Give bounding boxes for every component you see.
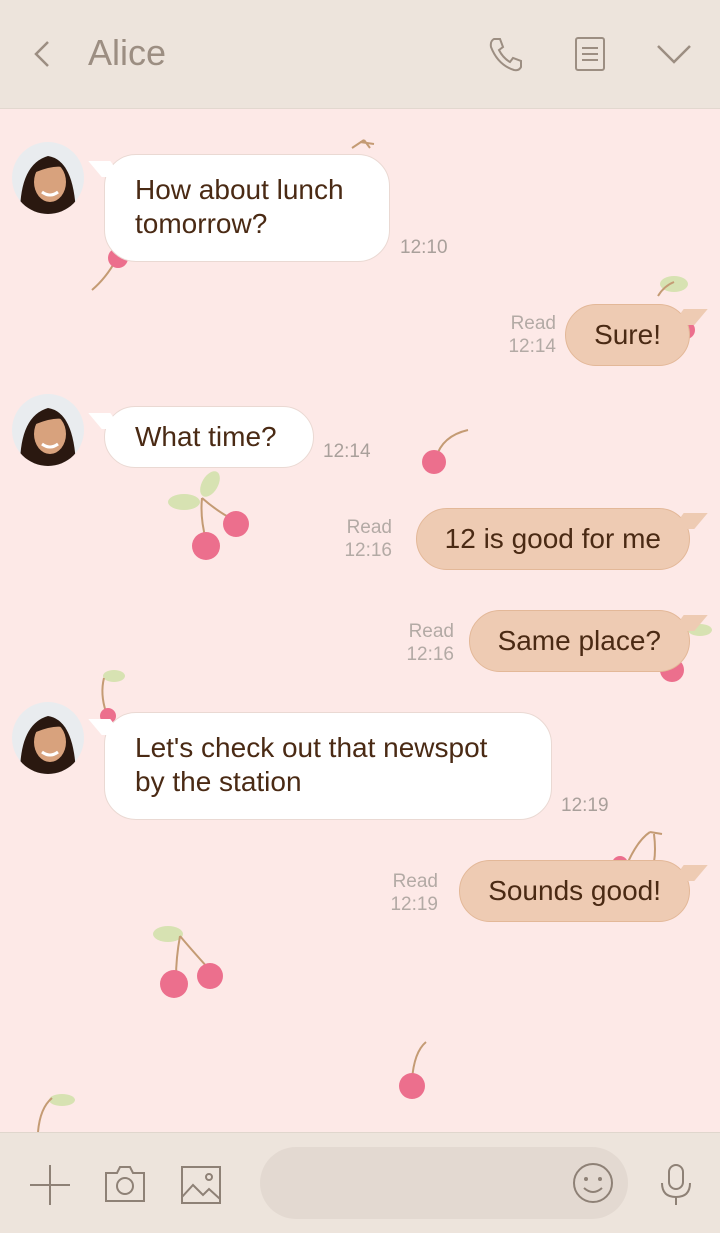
message-meta: Read 12:14 (490, 312, 556, 358)
message-text: Sure! (594, 319, 661, 350)
message-text-line: by the station (135, 766, 302, 797)
chevron-down-icon[interactable] (654, 34, 694, 74)
back-arrow-icon[interactable] (24, 30, 64, 78)
read-status: Read (408, 621, 454, 642)
message-time: 12:14 (323, 441, 371, 462)
message-text-line: Let's check out that newspot (135, 732, 488, 763)
notes-icon[interactable] (570, 34, 610, 74)
chat-header: Alice (0, 0, 720, 109)
read-status: Read (392, 871, 438, 892)
message-bubble-outgoing[interactable]: 12 is good for me (415, 508, 690, 570)
message-text-line: How about lunch (135, 174, 344, 205)
message-meta: Read 12:19 (372, 870, 438, 916)
message-time: 12:10 (400, 237, 448, 258)
contact-avatar[interactable] (12, 394, 84, 466)
emoji-icon[interactable] (572, 1162, 614, 1204)
cherry-icon (422, 429, 469, 474)
cherry-icon (168, 471, 249, 560)
cherry-icon (399, 1041, 427, 1099)
message-meta: Read 12:16 (326, 516, 392, 562)
message-text: What time? (135, 421, 277, 452)
message-time: 12:16 (406, 644, 454, 665)
phone-icon[interactable] (486, 34, 526, 74)
contact-avatar[interactable] (12, 142, 84, 214)
cherry-icon (37, 1094, 75, 1132)
message-bubble-outgoing[interactable]: Sure! (565, 304, 690, 366)
message-text-line: tomorrow? (135, 208, 268, 239)
contact-avatar[interactable] (12, 702, 84, 774)
message-text: Sounds good! (488, 875, 661, 906)
image-icon[interactable] (179, 1163, 223, 1207)
camera-icon[interactable] (103, 1163, 147, 1207)
microphone-icon[interactable] (654, 1163, 698, 1207)
message-bubble-incoming[interactable]: Let's check out that newspot by the stat… (104, 712, 552, 820)
message-time: 12:16 (344, 540, 392, 561)
message-bubble-incoming[interactable]: What time? (104, 406, 314, 468)
chat-area[interactable]: How about lunch tomorrow? 12:10 Read 12:… (0, 108, 720, 1132)
cherry-icon (153, 926, 223, 998)
message-time: 12:19 (390, 894, 438, 915)
message-time: 12:19 (561, 795, 609, 816)
message-text: 12 is good for me (444, 523, 661, 554)
message-bubble-incoming[interactable]: How about lunch tomorrow? (104, 154, 390, 262)
read-status: Read (346, 517, 392, 538)
message-bubble-outgoing[interactable]: Sounds good! (459, 860, 690, 922)
message-meta: Read 12:16 (388, 620, 454, 666)
plus-icon[interactable] (28, 1163, 72, 1207)
message-bubble-outgoing[interactable]: Same place? (468, 610, 690, 672)
message-time: 12:14 (508, 336, 556, 357)
read-status: Read (510, 313, 556, 334)
chat-title: Alice (88, 32, 167, 73)
message-text: Same place? (497, 625, 661, 656)
